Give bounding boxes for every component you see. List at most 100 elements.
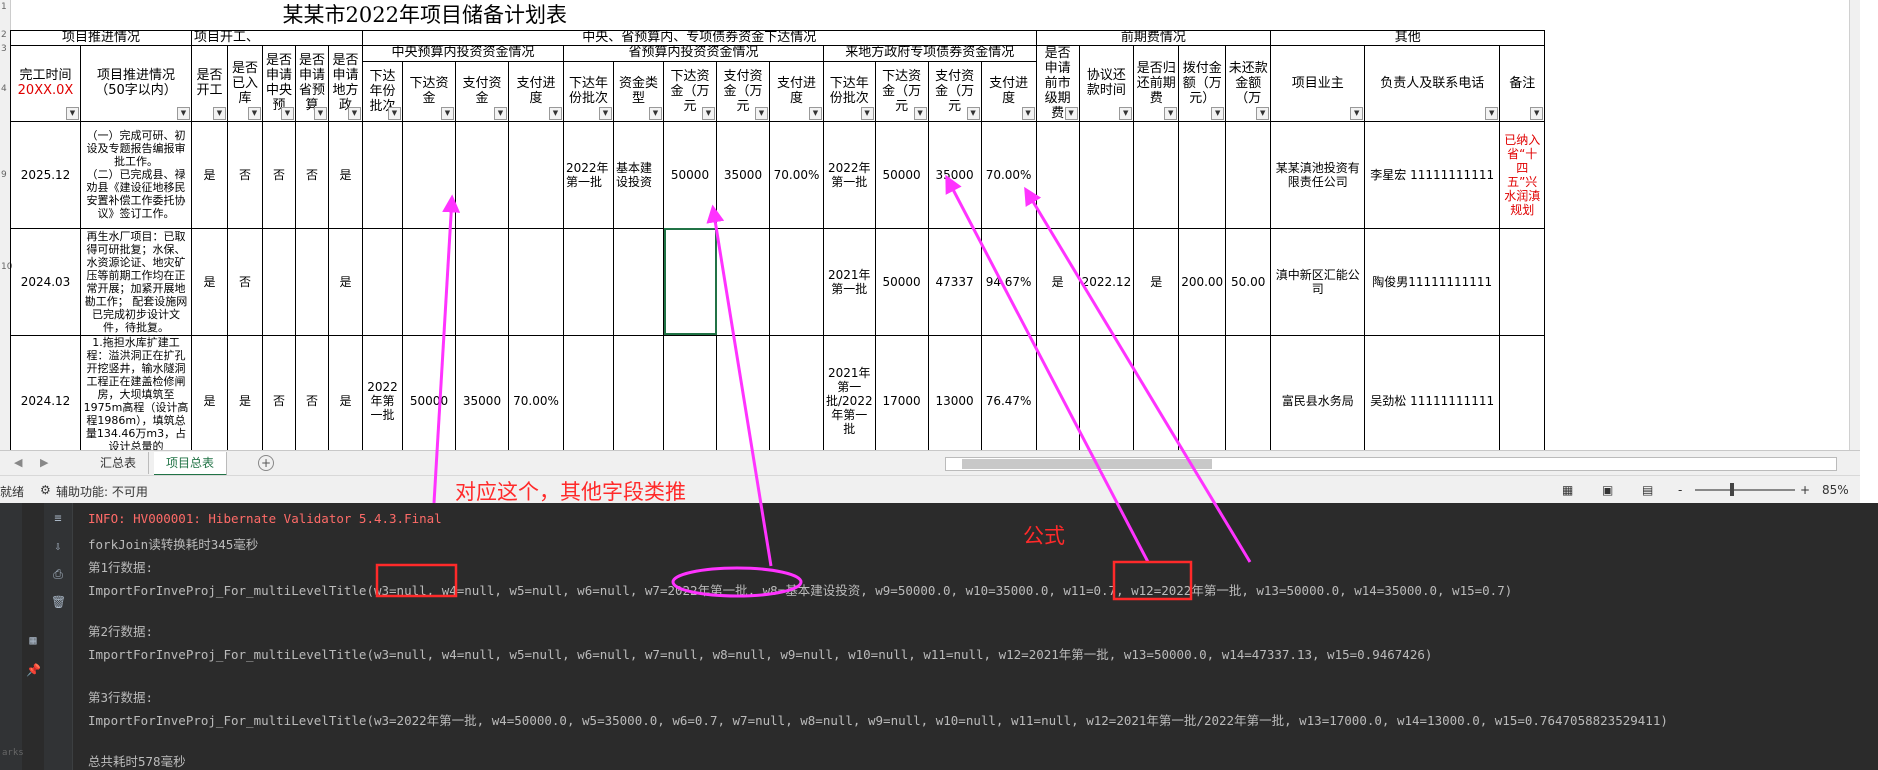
cell-owner[interactable]: 富民县水务局 <box>1270 334 1366 467</box>
cell-unpaid[interactable] <box>1225 120 1272 229</box>
header-remark[interactable]: 备注 ▼ <box>1499 44 1546 122</box>
group-funds[interactable]: 中央、省预算内、专项债券资金下达情况 <box>362 29 1037 46</box>
filter-icon[interactable]: ▼ <box>860 106 874 120</box>
vertical-scrollbar[interactable] <box>1849 0 1860 450</box>
header-c-funds[interactable]: 下达资金 ▼ <box>402 61 456 122</box>
filter-icon[interactable]: ▼ <box>1350 106 1364 120</box>
header-p-pay[interactable]: 支付资金（万元 ▼ <box>716 61 770 122</box>
filter-icon[interactable]: ▼ <box>213 106 226 120</box>
group-other[interactable]: 其他 <box>1270 29 1546 46</box>
cell-l-rate[interactable]: 70.00% <box>980 120 1037 229</box>
cell-c-funds[interactable] <box>402 120 456 229</box>
console-line[interactable]: 第3行数据: <box>88 687 153 706</box>
header-complete-time[interactable]: 完工时间 20XX.0X ▼ <box>10 44 81 122</box>
subgroup-local[interactable]: 来地方政府专项债券资金情况 <box>823 44 1037 63</box>
wrap-icon[interactable]: ≡ <box>51 511 65 525</box>
cell-c-pay[interactable]: 35000 <box>455 334 509 467</box>
header-l-rate[interactable]: 支付进度 ▼ <box>980 61 1037 122</box>
filter-icon[interactable]: ▼ <box>966 106 980 120</box>
header-apply-prefee[interactable]: 是否申请前市级期费 ▼ <box>1035 44 1080 122</box>
console-line[interactable]: 总共耗时578毫秒 <box>88 751 186 770</box>
header-c-batch[interactable]: 下达年份批次 ▼ <box>362 61 403 122</box>
header-started[interactable]: 是否开工 ▼ <box>191 44 228 122</box>
add-sheet-icon[interactable]: + <box>258 455 274 471</box>
cell-l-pay[interactable]: 13000 <box>927 334 982 467</box>
filter-icon[interactable]: ▼ <box>1256 106 1270 120</box>
header-apply-province[interactable]: 是否申请省预算 ▼ <box>295 44 329 122</box>
header-c-rate[interactable]: 支付进度 ▼ <box>508 61 564 122</box>
filter-icon[interactable]: ▼ <box>66 106 79 120</box>
group-start[interactable]: 项目开工、 <box>191 29 363 46</box>
pin-icon[interactable]: 📌 <box>26 663 41 677</box>
cell-p-rate[interactable]: 70.00% <box>769 120 824 229</box>
zoom-slider[interactable] <box>1695 489 1795 491</box>
header-agree-time[interactable]: 协议还款时间 ▼ <box>1078 44 1135 122</box>
filter-icon[interactable]: ▼ <box>388 106 401 120</box>
header-in-lib[interactable]: 是否已入库 ▼ <box>227 44 263 122</box>
cell-c-batch[interactable]: 2022年第一批 <box>362 334 403 467</box>
subgroup-central[interactable]: 中央预算内投资资金情况 <box>362 44 564 63</box>
cell-progress[interactable]: 再生水厂项目：已取得可研批复；水保、水资源论证、地灾矿压等前期工作均在正常开展；… <box>80 227 192 336</box>
filter-icon[interactable]: ▼ <box>314 106 327 120</box>
cell-returned[interactable]: 是 <box>1133 227 1180 336</box>
cell-a-l[interactable]: 是 <box>328 120 363 229</box>
cell-progress[interactable]: 1.拖担水库扩建工程：溢洪洞正在扩孔开挖竖井，输水隧洞工程正在建盖检修闸房，大坝… <box>80 334 192 467</box>
cell-complete[interactable]: 2025.12 <box>10 120 81 229</box>
cell-remark[interactable]: 已纳入省“十四五”兴水润滇规划 <box>1499 120 1546 229</box>
cell-p-batch[interactable] <box>563 227 614 336</box>
console-line[interactable]: ImportForInveProj_For_multiLevelTitle(w3… <box>88 580 1512 599</box>
filter-icon[interactable]: ▼ <box>1485 106 1499 120</box>
cell-a-c[interactable] <box>262 227 296 336</box>
cell-p-batch[interactable]: 2022年第一批 <box>563 120 614 229</box>
cell-owner[interactable]: 某某滇池投资有限责任公司 <box>1270 120 1366 229</box>
cell-contact[interactable]: 陶俊男11111111111 <box>1364 227 1501 336</box>
trash-icon[interactable]: 🗑 <box>51 595 66 609</box>
cell-apply-prefee[interactable] <box>1035 120 1080 229</box>
filter-icon[interactable]: ▼ <box>1119 106 1133 120</box>
cell-c-batch[interactable] <box>362 227 403 336</box>
header-apply-local[interactable]: 是否申请地方政 ▼ <box>328 44 363 122</box>
cell-a-c[interactable]: 否 <box>262 334 296 467</box>
cell-l-pay[interactable]: 35000 <box>927 120 982 229</box>
cell-p-type[interactable] <box>613 334 664 467</box>
filter-icon[interactable]: ▼ <box>809 106 822 120</box>
header-p-type[interactable]: 资金类型 ▼ <box>613 61 664 122</box>
group-progress[interactable]: 项目推进情况 <box>10 29 192 46</box>
filter-icon[interactable]: ▼ <box>549 106 562 120</box>
cell-p-pay[interactable] <box>716 227 770 336</box>
cell-contact[interactable]: 李星宏 11111111111 <box>1364 120 1501 229</box>
header-l-pay[interactable]: 支付资金（万元 ▼ <box>927 61 982 122</box>
cell-l-funds[interactable]: 50000 <box>874 227 929 336</box>
page-break-icon[interactable]: ▤ <box>1642 483 1653 497</box>
cell-apply-prefee[interactable]: 是 <box>1035 227 1080 336</box>
cell-p-funds[interactable] <box>663 334 717 467</box>
filter-icon[interactable]: ▼ <box>649 106 662 120</box>
cell-l-pay[interactable]: 47337 <box>927 227 982 336</box>
zoom-in-button[interactable]: + <box>1800 483 1810 497</box>
print-icon[interactable]: ⎙ <box>51 567 65 581</box>
filter-icon[interactable]: ▼ <box>1211 106 1225 120</box>
tab-summary[interactable]: 汇总表 <box>88 452 150 474</box>
cell-agree-time[interactable]: 2022.12 <box>1078 227 1135 336</box>
cell-l-rate[interactable]: 94.67% <box>980 227 1037 336</box>
scroll-thumb[interactable] <box>962 459 1212 469</box>
filter-icon[interactable]: ▼ <box>494 106 507 120</box>
cell-p-type[interactable]: 基本建设投资 <box>613 120 664 229</box>
cell-in-lib[interactable]: 否 <box>227 120 263 229</box>
zoom-out-button[interactable]: - <box>1678 483 1682 497</box>
header-l-funds[interactable]: 下达资金（万元 ▼ <box>874 61 929 122</box>
accessibility-icon[interactable]: ⚙ <box>40 483 51 497</box>
filter-icon[interactable]: ▼ <box>1021 106 1035 120</box>
filter-icon[interactable]: ▼ <box>177 106 190 120</box>
console-line[interactable]: INFO: HV000001: Hibernate Validator 5.4.… <box>88 511 442 526</box>
filter-icon[interactable]: ▼ <box>281 106 294 120</box>
cell-a-c[interactable]: 否 <box>262 120 296 229</box>
cell-unpaid[interactable] <box>1225 334 1272 467</box>
cell-remark[interactable] <box>1499 227 1546 336</box>
cell-started[interactable]: 是 <box>191 227 228 336</box>
cell-remark[interactable] <box>1499 334 1546 467</box>
cell-p-batch[interactable] <box>563 334 614 467</box>
cell-c-funds[interactable] <box>402 227 456 336</box>
cell-a-p[interactable] <box>295 227 329 336</box>
cell-started[interactable]: 是 <box>191 334 228 467</box>
